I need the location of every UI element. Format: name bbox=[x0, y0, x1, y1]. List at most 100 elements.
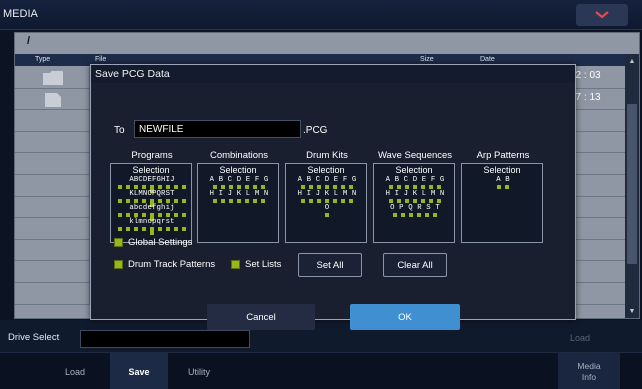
chevron-down-icon bbox=[595, 11, 609, 19]
group-title: Arp Patterns bbox=[476, 150, 530, 161]
selection-box[interactable]: Selection A B C D E F G H I J K L M N bbox=[197, 163, 279, 243]
group-arp-patterns: Arp Patterns Selection A B bbox=[460, 150, 546, 243]
bank-checkmarks bbox=[289, 185, 365, 189]
global-settings-checkbox[interactable]: Global Settings bbox=[114, 237, 192, 248]
type-cell bbox=[15, 67, 90, 88]
drive-select-label: Drive Select bbox=[8, 332, 60, 343]
bank-checkmarks bbox=[114, 227, 190, 235]
bank-checkmarks bbox=[377, 213, 453, 217]
group-title: Wave Sequences bbox=[377, 150, 453, 161]
type-cell bbox=[15, 261, 90, 282]
cancel-button[interactable]: Cancel bbox=[207, 304, 315, 330]
bank-letters: O bbox=[324, 204, 330, 212]
bank-letters: klmnopqrst bbox=[129, 218, 175, 226]
bank-letters: abcdefghij bbox=[129, 204, 175, 212]
bank-checkmarks bbox=[377, 185, 453, 189]
selection-label: Selection bbox=[219, 165, 257, 175]
type-cell bbox=[15, 153, 90, 174]
bank-checkmarks bbox=[201, 185, 277, 189]
header-type: Type bbox=[35, 56, 51, 63]
media-info-line2: Info bbox=[581, 371, 597, 382]
media-info-line1: Media bbox=[577, 361, 601, 372]
bank-letters: A B C D E F G bbox=[385, 176, 445, 184]
clear-all-button[interactable]: Clear All bbox=[383, 253, 447, 277]
bank-letters: KLMNOPQRST bbox=[129, 190, 175, 198]
bank-checkmarks bbox=[289, 213, 365, 217]
set-all-button[interactable]: Set All bbox=[298, 253, 362, 277]
group-wave-sequences: Wave Sequences Selection A B C D E F G H I … bbox=[372, 150, 458, 243]
bank-letters: H I J K L M N bbox=[297, 190, 357, 198]
group-title: Combinations bbox=[209, 150, 269, 161]
tab-media-info[interactable]: Media Info bbox=[558, 353, 620, 389]
tab-utility[interactable]: Utility bbox=[168, 353, 230, 389]
file-icon bbox=[43, 92, 63, 107]
group-title: Drum Kits bbox=[306, 150, 348, 161]
save-pcg-dialog: Save PCG Data To NEWFILE .PCG Programs Se… bbox=[90, 64, 576, 330]
bank-letters: H I J K L M N bbox=[385, 190, 445, 198]
filename-input[interactable]: NEWFILE bbox=[134, 120, 301, 138]
checkbox-checked-icon bbox=[114, 260, 123, 269]
selection-box[interactable]: Selection ABCDEFGHIJ KLMNOPQRST abcdefghij k… bbox=[110, 163, 192, 243]
bank-checkmarks bbox=[377, 199, 453, 203]
selection-box[interactable]: Selection A B bbox=[461, 163, 543, 243]
scroll-down-icon[interactable]: ▼ bbox=[625, 304, 639, 318]
type-cell bbox=[15, 282, 90, 304]
set-lists-label: Set Lists bbox=[245, 259, 282, 270]
type-cell bbox=[15, 131, 90, 153]
bank-checkmarks bbox=[289, 199, 365, 203]
bank-letters: A B C D E F G bbox=[209, 176, 269, 184]
bank-checkmarks bbox=[114, 213, 190, 221]
to-label: To bbox=[114, 125, 125, 136]
selection-label: Selection bbox=[483, 165, 521, 175]
group-title: Programs bbox=[131, 150, 173, 161]
folder-icon bbox=[43, 71, 63, 85]
bank-letters: A B bbox=[496, 176, 510, 184]
bank-letters: O P Q R S T bbox=[390, 204, 440, 212]
type-cell bbox=[15, 196, 90, 218]
selection-box[interactable]: Selection A B C D E F G H I J K L M N O P Q… bbox=[373, 163, 455, 243]
type-cell bbox=[15, 88, 90, 110]
type-cell bbox=[15, 174, 90, 196]
ok-button[interactable]: OK bbox=[350, 304, 460, 330]
checkbox-checked-icon bbox=[114, 238, 123, 247]
bank-checkmarks bbox=[201, 199, 277, 203]
load-disabled-label: Load bbox=[570, 333, 591, 343]
type-cell bbox=[15, 110, 90, 131]
tab-save[interactable]: Save bbox=[110, 353, 168, 389]
media-screen: MEDIA / Type File Size Date 22 : 03 07 : … bbox=[0, 0, 642, 389]
header-date: Date bbox=[480, 56, 495, 63]
drive-bar: Drive Select bbox=[0, 320, 642, 352]
bank-letters: ABCDEFGHIJ bbox=[129, 176, 175, 184]
bank-checkmarks bbox=[465, 185, 541, 189]
drum-track-patterns-checkbox[interactable]: Drum Track Patterns bbox=[114, 259, 215, 270]
bank-checkmarks bbox=[114, 185, 190, 193]
group-programs: Programs Selection ABCDEFGHIJ KLMNOPQRST abc… bbox=[109, 150, 195, 243]
type-cell bbox=[15, 218, 90, 239]
selection-box[interactable]: Selection A B C D E F G H I J K L M N O bbox=[285, 163, 367, 243]
page-menu-button[interactable] bbox=[576, 4, 628, 26]
bank-checkmarks bbox=[114, 199, 190, 207]
scroll-up-icon[interactable]: ▲ bbox=[625, 54, 639, 68]
set-lists-checkbox[interactable]: Set Lists bbox=[231, 259, 281, 270]
selection-label: Selection bbox=[307, 165, 345, 175]
header-size: Size bbox=[420, 56, 434, 63]
selection-label: Selection bbox=[132, 165, 170, 175]
scroll-thumb[interactable] bbox=[627, 104, 637, 264]
selection-label: Selection bbox=[395, 165, 433, 175]
group-drum-kits: Drum Kits Selection A B C D E F G H I J K L… bbox=[284, 150, 370, 243]
tab-bar: Load Save Utility Media Info bbox=[0, 352, 642, 389]
app-title: MEDIA bbox=[3, 8, 38, 20]
title-bar: MEDIA bbox=[0, 0, 642, 30]
global-settings-label: Global Settings bbox=[128, 237, 193, 248]
header-file: File bbox=[95, 56, 107, 63]
bank-letters: H I J K L M N bbox=[209, 190, 269, 198]
drum-track-patterns-label: Drum Track Patterns bbox=[128, 259, 216, 270]
drive-select-field[interactable] bbox=[80, 330, 250, 348]
type-cell bbox=[15, 239, 90, 261]
group-combinations: Combinations Selection A B C D E F G H I J … bbox=[196, 150, 282, 243]
checkbox-checked-icon bbox=[231, 260, 240, 269]
current-path: / bbox=[27, 35, 31, 47]
file-extension: .PCG bbox=[303, 125, 328, 136]
scrollbar[interactable]: ▲ ▼ bbox=[625, 54, 639, 318]
tab-load[interactable]: Load bbox=[40, 353, 110, 389]
